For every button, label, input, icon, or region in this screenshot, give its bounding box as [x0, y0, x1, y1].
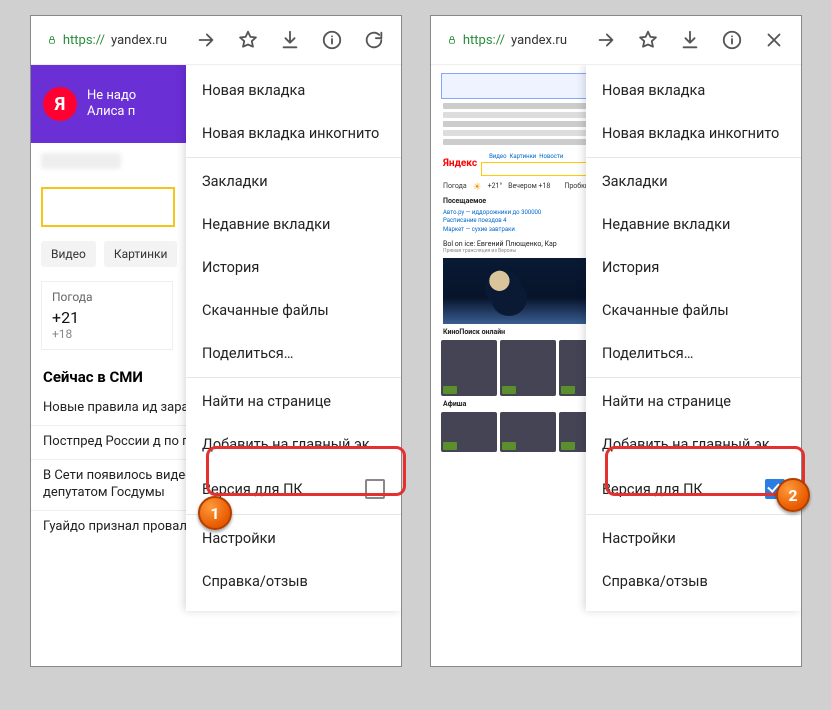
menu-desktop-site[interactable]: Версия для ПК	[586, 466, 801, 512]
svc-news[interactable]: Новости	[539, 153, 563, 160]
browser-toolbar: https:// yandex.ru	[431, 16, 801, 65]
svc-video[interactable]: Видео	[489, 153, 506, 160]
menu-add-home[interactable]: Добавить на главный эк…	[586, 423, 801, 466]
yandex-logo-icon: Я	[43, 87, 77, 121]
promo-line2: Алиса п	[87, 104, 136, 120]
menu-recent-tabs[interactable]: Недавние вкладки	[186, 203, 401, 246]
step-badge-2: 2	[776, 478, 810, 512]
menu-help[interactable]: Справка/отзыв	[186, 560, 401, 603]
menu-share[interactable]: Поделиться…	[586, 332, 801, 375]
star-icon[interactable]	[237, 29, 259, 51]
browser-toolbar: https:// yandex.ru	[31, 16, 401, 65]
address-bar[interactable]: https:// yandex.ru	[39, 29, 175, 52]
menu-history[interactable]: История	[186, 246, 401, 289]
screenshot-1: https:// yandex.ru Я Не надо Алиса п Виде…	[30, 15, 402, 667]
movie-thumb[interactable]	[441, 340, 497, 396]
tab-video[interactable]: Видео	[41, 241, 96, 267]
afisha-thumb[interactable]	[500, 412, 556, 452]
weather-title: Погода	[52, 290, 162, 304]
promo-text: Не надо Алиса п	[87, 88, 136, 119]
weather-card[interactable]: Погода +21 +18	[41, 281, 173, 350]
lock-icon	[447, 34, 457, 46]
close-icon[interactable]	[763, 29, 785, 51]
url-scheme: https://	[463, 33, 505, 48]
svc-images[interactable]: Картинки	[510, 153, 537, 160]
download-icon[interactable]	[679, 29, 701, 51]
toolbar-actions	[175, 29, 393, 51]
address-bar[interactable]: https:// yandex.ru	[439, 29, 575, 52]
menu-add-home[interactable]: Добавить на главный эк…	[186, 423, 401, 466]
weather-temp-later: +18	[52, 327, 162, 341]
weather-temp-now: +21	[52, 308, 162, 327]
menu-find[interactable]: Найти на странице	[186, 380, 401, 423]
screenshot-2: https://yandex.ru Яндекс Видео Картинки …	[430, 15, 802, 667]
menu-downloads[interactable]: Скачанные файлы	[186, 289, 401, 332]
browser-menu: Новая вкладка Новая вкладка инкогнито За…	[586, 65, 801, 611]
lock-icon	[47, 34, 57, 46]
search-input[interactable]	[41, 187, 175, 227]
weather-evening: Вечером +18	[508, 182, 550, 193]
step-badge-1: 1	[198, 496, 232, 530]
menu-help[interactable]: Справка/отзыв	[586, 560, 801, 603]
checkbox-icon[interactable]	[365, 479, 385, 499]
sun-icon: ☀	[473, 182, 482, 193]
download-icon[interactable]	[279, 29, 301, 51]
blurred-region	[41, 153, 121, 169]
menu-bookmarks[interactable]: Закладки	[186, 160, 401, 203]
menu-history[interactable]: История	[586, 246, 801, 289]
weather-temp: +21°	[488, 182, 502, 193]
info-icon[interactable]	[321, 29, 343, 51]
url-scheme: https://	[63, 33, 105, 48]
forward-icon[interactable]	[195, 29, 217, 51]
menu-find[interactable]: Найти на странице	[586, 380, 801, 423]
menu-new-incognito[interactable]: Новая вкладка инкогнито	[186, 112, 401, 155]
menu-new-incognito[interactable]: Новая вкладка инкогнито	[586, 112, 801, 155]
tab-images[interactable]: Картинки	[104, 241, 178, 267]
afisha-thumb[interactable]	[441, 412, 497, 452]
dancer-figure	[485, 270, 521, 306]
url-host: yandex.ru	[511, 33, 567, 48]
menu-new-tab[interactable]: Новая вкладка	[586, 69, 801, 112]
forward-icon[interactable]	[595, 29, 617, 51]
movie-thumb[interactable]	[500, 340, 556, 396]
star-icon[interactable]	[637, 29, 659, 51]
toolbar-actions	[575, 29, 793, 51]
weather-label: Погода	[443, 182, 467, 193]
menu-new-tab[interactable]: Новая вкладка	[186, 69, 401, 112]
url-host: yandex.ru	[111, 33, 167, 48]
yandex-logo[interactable]: Яндекс	[443, 158, 477, 169]
promo-line1: Не надо	[87, 88, 136, 104]
menu-share[interactable]: Поделиться…	[186, 332, 401, 375]
menu-recent-tabs[interactable]: Недавние вкладки	[586, 203, 801, 246]
info-icon[interactable]	[721, 29, 743, 51]
menu-bookmarks[interactable]: Закладки	[586, 160, 801, 203]
menu-downloads[interactable]: Скачанные файлы	[586, 289, 801, 332]
refresh-icon[interactable]	[363, 29, 385, 51]
menu-settings[interactable]: Настройки	[586, 517, 801, 560]
